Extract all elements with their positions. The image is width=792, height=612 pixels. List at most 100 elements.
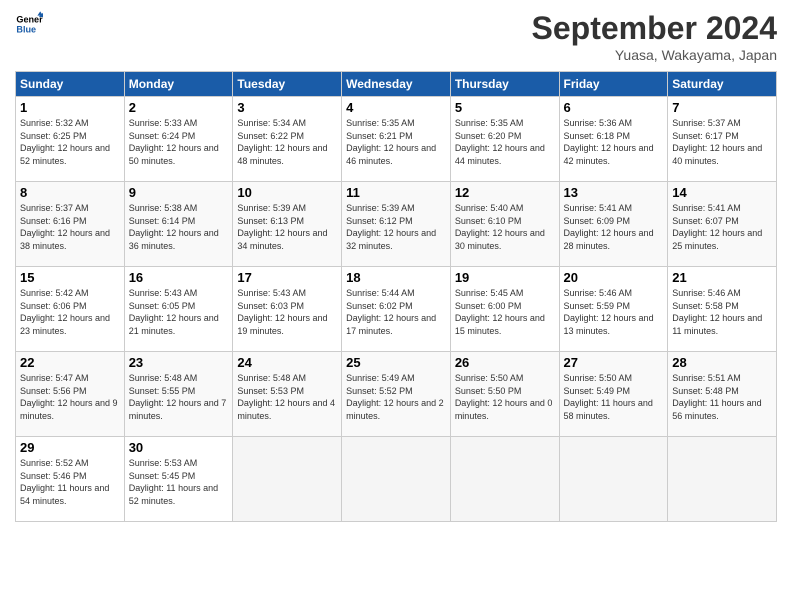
- day-number: 16: [129, 270, 229, 285]
- calendar-day-cell: 15 Sunrise: 5:42 AM Sunset: 6:06 PM Dayl…: [16, 267, 125, 352]
- day-number: 12: [455, 185, 555, 200]
- day-info: Sunrise: 5:42 AM Sunset: 6:06 PM Dayligh…: [20, 287, 120, 337]
- day-number: 9: [129, 185, 229, 200]
- day-number: 13: [564, 185, 664, 200]
- calendar-table: Sunday Monday Tuesday Wednesday Thursday…: [15, 71, 777, 522]
- calendar-day-cell: 21 Sunrise: 5:46 AM Sunset: 5:58 PM Dayl…: [668, 267, 777, 352]
- header-thursday: Thursday: [450, 72, 559, 97]
- day-info: Sunrise: 5:43 AM Sunset: 6:03 PM Dayligh…: [237, 287, 337, 337]
- calendar-day-cell: 14 Sunrise: 5:41 AM Sunset: 6:07 PM Dayl…: [668, 182, 777, 267]
- day-number: 10: [237, 185, 337, 200]
- calendar-day-cell: 18 Sunrise: 5:44 AM Sunset: 6:02 PM Dayl…: [342, 267, 451, 352]
- day-info: Sunrise: 5:38 AM Sunset: 6:14 PM Dayligh…: [129, 202, 229, 252]
- calendar-cell: [342, 437, 451, 522]
- calendar-cell: [450, 437, 559, 522]
- day-number: 23: [129, 355, 229, 370]
- day-info: Sunrise: 5:44 AM Sunset: 6:02 PM Dayligh…: [346, 287, 446, 337]
- calendar-week-row: 15 Sunrise: 5:42 AM Sunset: 6:06 PM Dayl…: [16, 267, 777, 352]
- day-number: 17: [237, 270, 337, 285]
- calendar-day-cell: 2 Sunrise: 5:33 AM Sunset: 6:24 PM Dayli…: [124, 97, 233, 182]
- calendar-day-cell: 25 Sunrise: 5:49 AM Sunset: 5:52 PM Dayl…: [342, 352, 451, 437]
- location: Yuasa, Wakayama, Japan: [532, 47, 777, 63]
- day-info: Sunrise: 5:48 AM Sunset: 5:55 PM Dayligh…: [129, 372, 229, 422]
- calendar-day-cell: 26 Sunrise: 5:50 AM Sunset: 5:50 PM Dayl…: [450, 352, 559, 437]
- day-number: 3: [237, 100, 337, 115]
- day-number: 24: [237, 355, 337, 370]
- calendar-day-cell: 6 Sunrise: 5:36 AM Sunset: 6:18 PM Dayli…: [559, 97, 668, 182]
- day-number: 5: [455, 100, 555, 115]
- calendar-week-row: 8 Sunrise: 5:37 AM Sunset: 6:16 PM Dayli…: [16, 182, 777, 267]
- day-number: 15: [20, 270, 120, 285]
- calendar-day-cell: 11 Sunrise: 5:39 AM Sunset: 6:12 PM Dayl…: [342, 182, 451, 267]
- day-info: Sunrise: 5:35 AM Sunset: 6:21 PM Dayligh…: [346, 117, 446, 167]
- calendar-day-cell: 20 Sunrise: 5:46 AM Sunset: 5:59 PM Dayl…: [559, 267, 668, 352]
- day-info: Sunrise: 5:40 AM Sunset: 6:10 PM Dayligh…: [455, 202, 555, 252]
- day-info: Sunrise: 5:37 AM Sunset: 6:16 PM Dayligh…: [20, 202, 120, 252]
- day-info: Sunrise: 5:41 AM Sunset: 6:09 PM Dayligh…: [564, 202, 664, 252]
- header-friday: Friday: [559, 72, 668, 97]
- day-number: 19: [455, 270, 555, 285]
- day-number: 1: [20, 100, 120, 115]
- calendar-day-cell: 23 Sunrise: 5:48 AM Sunset: 5:55 PM Dayl…: [124, 352, 233, 437]
- weekday-header-row: Sunday Monday Tuesday Wednesday Thursday…: [16, 72, 777, 97]
- day-info: Sunrise: 5:50 AM Sunset: 5:50 PM Dayligh…: [455, 372, 555, 422]
- day-info: Sunrise: 5:37 AM Sunset: 6:17 PM Dayligh…: [672, 117, 772, 167]
- day-number: 30: [129, 440, 229, 455]
- header-saturday: Saturday: [668, 72, 777, 97]
- day-info: Sunrise: 5:49 AM Sunset: 5:52 PM Dayligh…: [346, 372, 446, 422]
- day-info: Sunrise: 5:39 AM Sunset: 6:12 PM Dayligh…: [346, 202, 446, 252]
- svg-text:General: General: [16, 15, 43, 25]
- calendar-week-row: 1 Sunrise: 5:32 AM Sunset: 6:25 PM Dayli…: [16, 97, 777, 182]
- header-tuesday: Tuesday: [233, 72, 342, 97]
- day-number: 26: [455, 355, 555, 370]
- day-info: Sunrise: 5:39 AM Sunset: 6:13 PM Dayligh…: [237, 202, 337, 252]
- day-number: 25: [346, 355, 446, 370]
- calendar-day-cell: 27 Sunrise: 5:50 AM Sunset: 5:49 PM Dayl…: [559, 352, 668, 437]
- svg-text:Blue: Blue: [16, 24, 36, 34]
- calendar-day-cell: 4 Sunrise: 5:35 AM Sunset: 6:21 PM Dayli…: [342, 97, 451, 182]
- calendar-day-cell: 8 Sunrise: 5:37 AM Sunset: 6:16 PM Dayli…: [16, 182, 125, 267]
- day-number: 27: [564, 355, 664, 370]
- calendar-day-cell: 29 Sunrise: 5:52 AM Sunset: 5:46 PM Dayl…: [16, 437, 125, 522]
- day-info: Sunrise: 5:46 AM Sunset: 5:58 PM Dayligh…: [672, 287, 772, 337]
- day-number: 14: [672, 185, 772, 200]
- calendar-day-cell: 10 Sunrise: 5:39 AM Sunset: 6:13 PM Dayl…: [233, 182, 342, 267]
- day-number: 22: [20, 355, 120, 370]
- day-number: 20: [564, 270, 664, 285]
- calendar-day-cell: 1 Sunrise: 5:32 AM Sunset: 6:25 PM Dayli…: [16, 97, 125, 182]
- calendar-day-cell: 5 Sunrise: 5:35 AM Sunset: 6:20 PM Dayli…: [450, 97, 559, 182]
- calendar-day-cell: 3 Sunrise: 5:34 AM Sunset: 6:22 PM Dayli…: [233, 97, 342, 182]
- calendar-container: General Blue September 2024 Yuasa, Wakay…: [0, 0, 792, 532]
- month-title: September 2024: [532, 10, 777, 47]
- day-info: Sunrise: 5:51 AM Sunset: 5:48 PM Dayligh…: [672, 372, 772, 422]
- logo-icon: General Blue: [15, 10, 43, 38]
- day-number: 4: [346, 100, 446, 115]
- calendar-cell: [559, 437, 668, 522]
- day-info: Sunrise: 5:34 AM Sunset: 6:22 PM Dayligh…: [237, 117, 337, 167]
- calendar-day-cell: 16 Sunrise: 5:43 AM Sunset: 6:05 PM Dayl…: [124, 267, 233, 352]
- calendar-week-row: 29 Sunrise: 5:52 AM Sunset: 5:46 PM Dayl…: [16, 437, 777, 522]
- day-info: Sunrise: 5:43 AM Sunset: 6:05 PM Dayligh…: [129, 287, 229, 337]
- page-header: General Blue September 2024 Yuasa, Wakay…: [15, 10, 777, 63]
- logo: General Blue: [15, 10, 43, 38]
- day-info: Sunrise: 5:32 AM Sunset: 6:25 PM Dayligh…: [20, 117, 120, 167]
- day-info: Sunrise: 5:36 AM Sunset: 6:18 PM Dayligh…: [564, 117, 664, 167]
- day-info: Sunrise: 5:33 AM Sunset: 6:24 PM Dayligh…: [129, 117, 229, 167]
- day-number: 8: [20, 185, 120, 200]
- day-number: 11: [346, 185, 446, 200]
- calendar-day-cell: 28 Sunrise: 5:51 AM Sunset: 5:48 PM Dayl…: [668, 352, 777, 437]
- day-info: Sunrise: 5:50 AM Sunset: 5:49 PM Dayligh…: [564, 372, 664, 422]
- header-monday: Monday: [124, 72, 233, 97]
- calendar-day-cell: 22 Sunrise: 5:47 AM Sunset: 5:56 PM Dayl…: [16, 352, 125, 437]
- day-number: 21: [672, 270, 772, 285]
- calendar-day-cell: 13 Sunrise: 5:41 AM Sunset: 6:09 PM Dayl…: [559, 182, 668, 267]
- day-info: Sunrise: 5:48 AM Sunset: 5:53 PM Dayligh…: [237, 372, 337, 422]
- day-info: Sunrise: 5:35 AM Sunset: 6:20 PM Dayligh…: [455, 117, 555, 167]
- day-info: Sunrise: 5:53 AM Sunset: 5:45 PM Dayligh…: [129, 457, 229, 507]
- calendar-cell: [233, 437, 342, 522]
- calendar-day-cell: 24 Sunrise: 5:48 AM Sunset: 5:53 PM Dayl…: [233, 352, 342, 437]
- header-wednesday: Wednesday: [342, 72, 451, 97]
- header-sunday: Sunday: [16, 72, 125, 97]
- day-number: 18: [346, 270, 446, 285]
- calendar-day-cell: 30 Sunrise: 5:53 AM Sunset: 5:45 PM Dayl…: [124, 437, 233, 522]
